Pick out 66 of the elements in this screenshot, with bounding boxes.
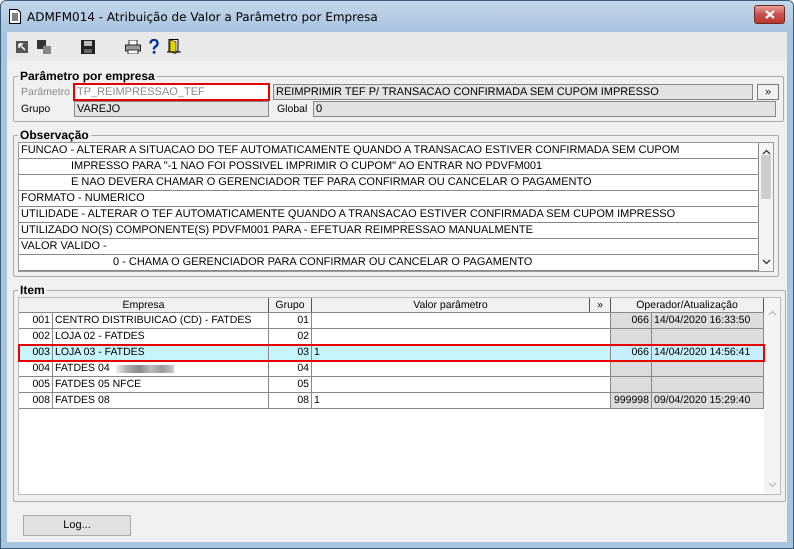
table-cell: FATDES 08 xyxy=(53,393,269,408)
column-header[interactable]: Grupo xyxy=(269,298,312,312)
column-header[interactable]: » xyxy=(590,298,611,312)
observation-line: E NAO DEVERA CHAMAR O GERENCIADOR TEF PARA CONFIRMAR OU CANCELAR O PAGAMENTO xyxy=(71,176,592,188)
field-label: Global xyxy=(276,102,308,114)
field-label: Grupo xyxy=(20,102,52,114)
scroll-up-icon[interactable] xyxy=(762,149,770,155)
table-cell: 001 xyxy=(19,313,53,328)
column-header[interactable]: Valor parâmetro xyxy=(312,298,590,312)
close-button[interactable] xyxy=(754,5,785,24)
group-title: Item xyxy=(19,283,46,297)
arrow-icon[interactable] xyxy=(15,40,29,54)
save-icon[interactable] xyxy=(81,40,95,54)
close-icon xyxy=(764,10,774,19)
table-row[interactable]: 005 FATDES 05 NFCE 05 xyxy=(19,377,764,393)
table-cell: 14/04/2020 14:56:41 xyxy=(652,345,764,360)
observation-line: VALOR VALIDO - xyxy=(21,240,107,252)
more-button[interactable]: » xyxy=(757,84,779,100)
table-cell: FATDES 05 NFCE xyxy=(53,377,269,392)
table-cell: CENTRO DISTRIBUICAO (CD) - FATDES xyxy=(53,313,269,328)
table-cell xyxy=(611,361,652,376)
table-cell: 066 xyxy=(611,313,652,328)
global-field: 0 xyxy=(313,100,776,116)
column-header[interactable]: Empresa xyxy=(19,298,269,312)
table-row[interactable]: 003 LOJA 03 - FATDES 03 1 066 14/04/2020 14:56:41 xyxy=(19,345,764,361)
window-title: ADMFM014 - Atribuição de Valor a Parâmetro por Empresa xyxy=(27,10,379,24)
log-button[interactable]: Log... xyxy=(23,514,131,536)
table-cell: FATDES 04 xyxy=(53,361,269,376)
printer-icon[interactable] xyxy=(125,40,141,54)
windows-icon[interactable] xyxy=(37,40,51,54)
table-cell: 04 xyxy=(269,361,312,376)
document-icon xyxy=(9,9,21,24)
scroll-down-icon[interactable] xyxy=(762,259,770,265)
table-cell: 003 xyxy=(19,345,53,360)
table-cell: 09/04/2020 15:29:40 xyxy=(652,393,764,408)
table-row[interactable]: 001 CENTRO DISTRIBUICAO (CD) - FATDES 01 066 14/04/2020 16:33:50 xyxy=(19,313,764,329)
group-title: Observação xyxy=(19,128,90,142)
observation-line: IMPRESSO PARA "-1 NAO FOI POSSIVEL IMPRIMIR O CUPOM" AO ENTRAR NO PDVFM001 xyxy=(71,160,542,172)
table-row[interactable]: 008 FATDES 08 08 1 999998 09/04/2020 15:29:40 xyxy=(19,393,764,409)
table-cell: 03 xyxy=(269,345,312,360)
table-cell xyxy=(611,329,652,344)
description-field: REIMPRIMIR TEF P/ TRANSACAO CONFIRMADA SEM CUPOM IMPRESSO xyxy=(273,84,753,100)
table-cell: 999998 xyxy=(611,393,652,408)
observation-line: FUNCAO - ALTERAR A SITUACAO DO TEF AUTOMATICAMENTE QUANDO A TRANSACAO ESTIVER CONFIRMADA SEM CUPOM xyxy=(21,144,680,156)
table-cell: 08 xyxy=(269,393,312,408)
table-cell: 005 xyxy=(19,377,53,392)
field-label: Parâmetro xyxy=(20,86,72,98)
table-cell: 14/04/2020 16:33:50 xyxy=(652,313,764,328)
table-cell: 004 xyxy=(19,361,53,376)
table-cell xyxy=(611,377,652,392)
table-cell: LOJA 03 - FATDES xyxy=(53,345,269,360)
group-title: Parâmetro por empresa xyxy=(19,69,156,83)
table-row[interactable]: 002 LOJA 02 - FATDES 02 xyxy=(19,329,764,345)
scrollbar[interactable] xyxy=(759,143,773,271)
table-cell: 01 xyxy=(269,313,312,328)
table-row[interactable]: 004 FATDES 04 04 xyxy=(19,361,764,377)
observation-line: FORMATO - NUMERICO xyxy=(21,192,145,204)
group-field: VAREJO xyxy=(74,100,269,116)
table-cell: 05 xyxy=(269,377,312,392)
observation-line: 0 - CHAMA O GERENCIADOR PARA CONFIRMAR OU CANCELAR O PAGAMENTO xyxy=(113,256,532,268)
table-cell: 066 xyxy=(611,345,652,360)
table-cell: 008 xyxy=(19,393,53,408)
observation-line: UTILIDADE - ALTERAR O TEF AUTOMATICAMENTE QUANDO A TRANSACAO ESTIVER CONFIRMADA SEM CUPOM IMPRESSO xyxy=(21,208,676,220)
exit-door-icon[interactable] xyxy=(167,39,181,54)
help-icon[interactable] xyxy=(149,39,159,54)
observation-line: UTILIZADO NO(S) COMPONENTE(S) PDVFM001 PARA - EFETUAR REIMPRESSAO MANUALMENTE xyxy=(21,224,533,236)
